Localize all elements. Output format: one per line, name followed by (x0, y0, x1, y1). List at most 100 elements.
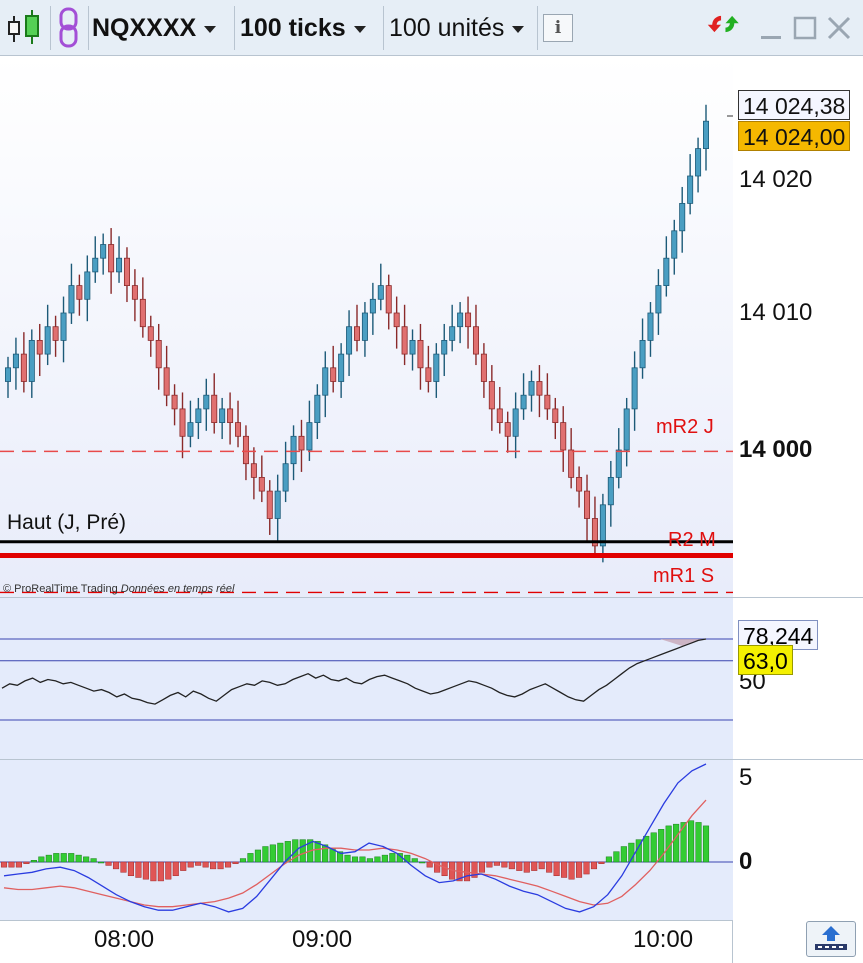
macd-histogram-bar (38, 856, 45, 863)
candle-body (195, 408, 202, 423)
macd-histogram-bar (605, 856, 612, 863)
macd-histogram-bar (142, 861, 149, 880)
price-tick-14000: 14 000 (739, 436, 813, 463)
chevron-down-icon (512, 26, 525, 33)
close-icon[interactable] (826, 14, 852, 42)
candle-body (560, 422, 567, 451)
macd-histogram-bar (187, 861, 194, 868)
macd-histogram-bar (411, 858, 418, 863)
link-chain-icon[interactable] (55, 6, 83, 50)
macd-histogram-bar (210, 861, 217, 870)
candle-body (607, 476, 614, 506)
candle-body (147, 326, 154, 341)
candle-body (353, 326, 360, 341)
candle-body (298, 435, 305, 451)
osc-background (0, 598, 733, 760)
macd-histogram-bar (254, 849, 261, 863)
macd-histogram-bar (127, 861, 135, 877)
macd-histogram-bar (419, 861, 426, 864)
macd-histogram-bar (23, 861, 30, 864)
candle-body (552, 408, 559, 423)
interval-selector[interactable]: 100 ticks (240, 0, 366, 56)
macd-axis[interactable]: 5 0 (733, 759, 863, 921)
candle-body (290, 435, 297, 465)
upload-arrow-icon (815, 926, 847, 950)
macd-histogram-bar (426, 861, 433, 868)
macd-histogram-bar (172, 861, 179, 877)
candle-body (139, 298, 146, 328)
refresh-arrows-icon[interactable] (700, 10, 748, 38)
macd-histogram-bar (650, 832, 657, 863)
macd-histogram-bar (322, 844, 329, 863)
candle-body (108, 244, 115, 273)
macd-histogram-bar (299, 839, 306, 863)
macd-histogram-bar (478, 861, 486, 873)
candle-body (687, 175, 694, 204)
macd-histogram-bar (8, 861, 15, 868)
macd-histogram-bar (30, 860, 37, 863)
macd-histogram-bar (516, 861, 523, 871)
oscillator-panel[interactable] (0, 597, 733, 760)
candlestick-chart-icon[interactable] (4, 8, 46, 48)
macd-histogram-bar (157, 861, 164, 882)
candle-body (179, 408, 186, 437)
candle-body (322, 367, 329, 396)
units-selector[interactable]: 100 unités (389, 0, 525, 56)
macd-histogram-bar (90, 858, 97, 863)
macd-histogram-bar (598, 861, 605, 864)
candle-body (227, 408, 234, 423)
price-axis[interactable]: 14 024,38 14 024,00 14 020 14 010 14 000 (733, 56, 863, 597)
candle-body (536, 381, 543, 396)
symbol-selector[interactable]: NQXXXX (92, 0, 217, 56)
level-label-r2m: R2 M (668, 529, 716, 551)
macd-histogram-bar (702, 825, 710, 863)
candle-body (496, 408, 503, 423)
candle-body (703, 120, 710, 149)
macd-histogram-bar (688, 820, 695, 863)
candle-body (512, 408, 519, 437)
macd-histogram-bar (262, 846, 269, 863)
candle-body (472, 326, 479, 355)
macd-histogram-bar (75, 854, 82, 863)
macd-histogram-bar (60, 853, 67, 863)
candle-body (647, 312, 654, 341)
macd-histogram-bar (269, 844, 276, 863)
macd-histogram-bar (590, 861, 598, 870)
candle-body (219, 408, 226, 423)
macd-histogram-bar (695, 822, 702, 863)
candle-body (671, 230, 678, 259)
candle-body (250, 463, 257, 478)
macd-histogram-bar (381, 854, 388, 863)
candle-body (584, 490, 591, 519)
candle-body (5, 367, 11, 382)
oscillator-line (0, 598, 733, 760)
minimize-icon[interactable] (760, 14, 782, 42)
candle-body (425, 367, 432, 382)
macd-histogram-bar (351, 856, 359, 863)
candle-body (480, 353, 487, 382)
macd-histogram-bar (374, 856, 381, 863)
oscillator-axis[interactable]: 50 78,244 63,0 (733, 597, 863, 760)
macd-histogram-bar (680, 822, 687, 863)
candle-body (346, 326, 353, 355)
maximize-icon[interactable] (793, 14, 817, 42)
macd-histogram-bar (344, 854, 351, 863)
macd-histogram-bar (83, 856, 90, 863)
macd-histogram-bar (202, 861, 209, 868)
candle-body (116, 257, 123, 273)
macd-histogram-bar (195, 861, 202, 866)
candle-body (504, 422, 511, 437)
scroll-to-end-button[interactable] (806, 921, 856, 957)
candle-body (203, 394, 210, 410)
level-label-haut: Haut (J, Pré) (7, 511, 127, 534)
info-button[interactable]: i (543, 14, 573, 42)
time-label-0800: 08:00 (94, 926, 155, 953)
info-icon: i (554, 18, 562, 38)
macd-histogram-bar (501, 861, 508, 868)
candle-body (52, 326, 59, 341)
candle-body (163, 367, 170, 396)
macd-histogram-bar (217, 861, 224, 870)
candle-body (171, 394, 178, 410)
macd-panel[interactable] (0, 759, 733, 921)
time-label-0900: 09:00 (292, 926, 353, 953)
